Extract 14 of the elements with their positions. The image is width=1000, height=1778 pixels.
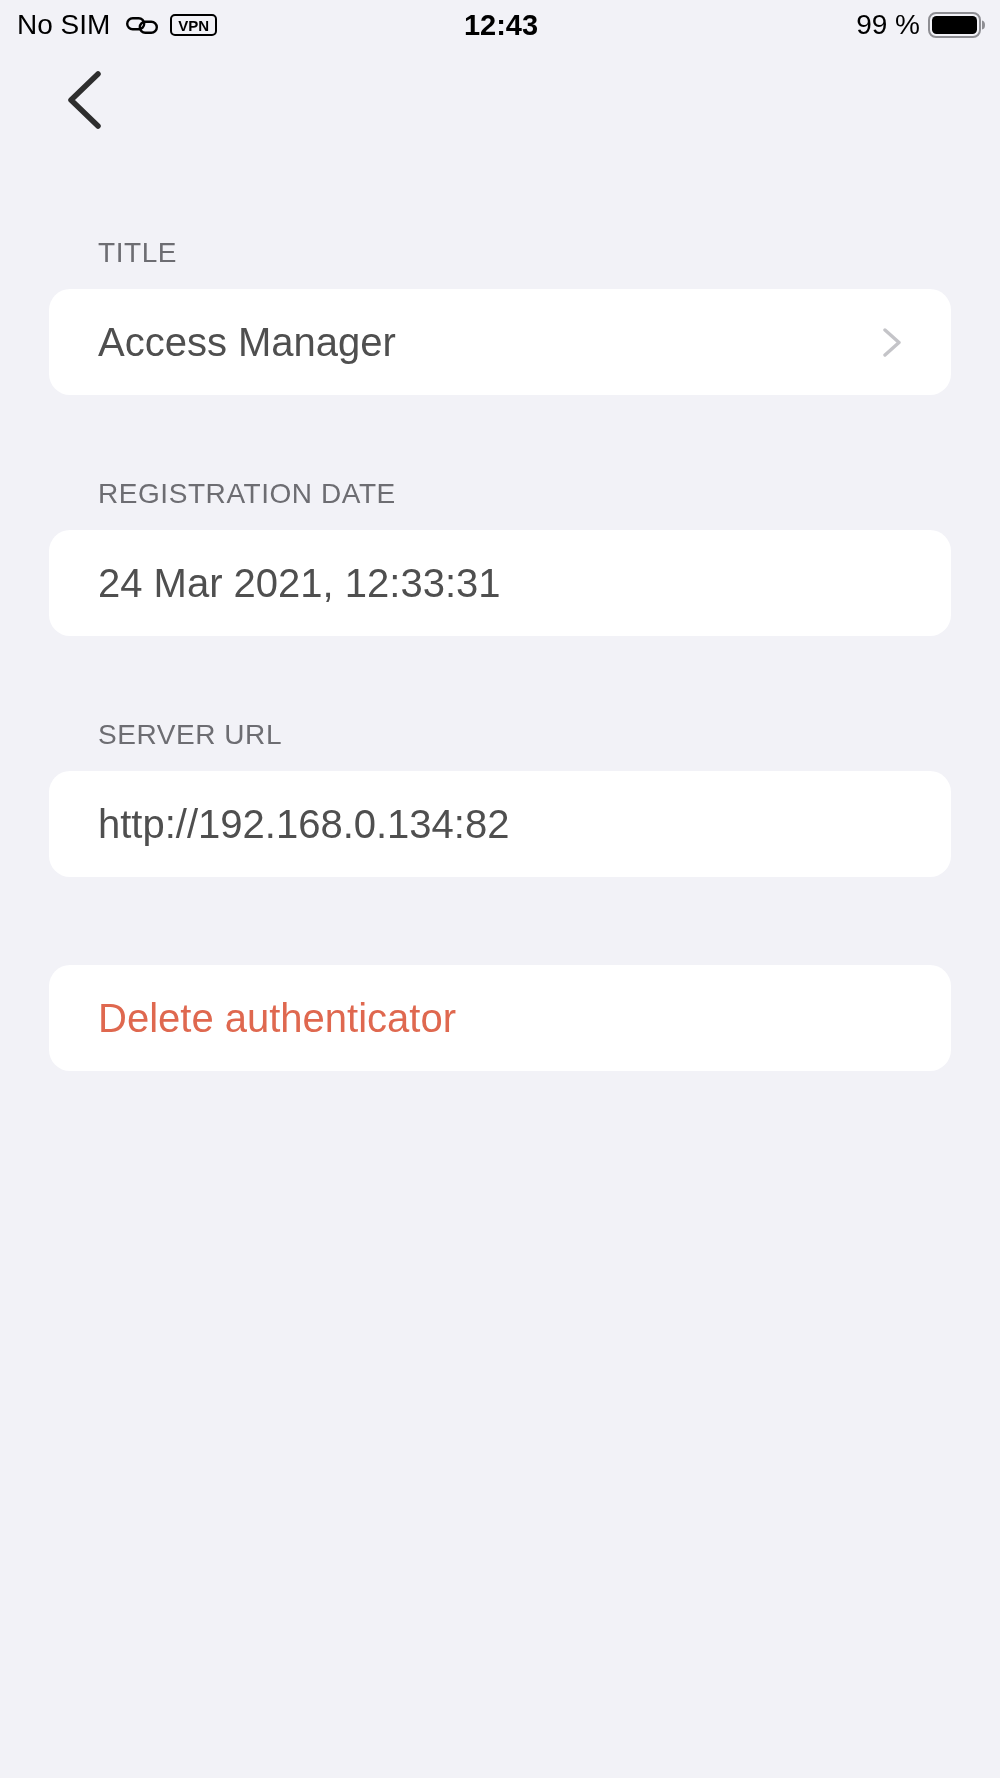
vpn-indicator: VPN <box>170 14 218 36</box>
carrier-text: No SIM <box>17 11 111 39</box>
battery-icon <box>928 12 985 38</box>
battery-percentage: 99 % <box>856 11 920 39</box>
section-label: REGISTRATION DATE <box>98 479 396 508</box>
chevron-right-icon <box>883 327 901 357</box>
chevron-left-icon <box>67 71 101 129</box>
field-value: 24 Mar 2021, 12:33:31 <box>98 563 501 603</box>
section-label: SERVER URL <box>98 720 283 749</box>
title-row[interactable]: Access Manager <box>49 289 951 395</box>
field-value: http://192.168.0.134:82 <box>98 804 510 844</box>
section-label: TITLE <box>98 238 178 267</box>
link-icon <box>126 16 159 34</box>
clock-time: 12:43 <box>463 10 539 40</box>
